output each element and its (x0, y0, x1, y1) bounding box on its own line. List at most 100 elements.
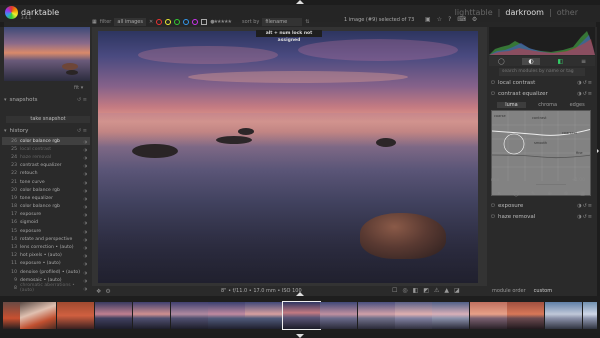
grouping-icon[interactable]: ▣ (425, 16, 431, 23)
filmstrip-thumbnail[interactable] (171, 302, 208, 329)
tab-edges[interactable]: edges (570, 102, 585, 108)
help-icon[interactable]: ? (448, 16, 451, 23)
gamut-check-icon[interactable]: ◪ (454, 287, 460, 294)
filmstrip-thumbnail[interactable] (208, 302, 245, 329)
power-icon[interactable]: ⏻ (491, 91, 498, 97)
history-item[interactable]: 16 sigmoid ◑ (2, 219, 90, 227)
star-icon[interactable]: ☆ (437, 16, 442, 23)
view-other[interactable]: other (557, 8, 578, 17)
color-label-purple-icon[interactable] (192, 18, 199, 25)
tab-presets-icon[interactable]: ≡ (581, 58, 586, 65)
color-label-blue-icon[interactable] (183, 18, 190, 25)
histogram[interactable] (489, 27, 595, 55)
module-controls-icon[interactable]: ◑↺≡ (577, 203, 593, 209)
history-item[interactable]: 21 tone curve ◑ (2, 178, 90, 186)
history-item[interactable]: 20 color balance rgb ◑ (2, 186, 90, 194)
close-icon[interactable]: ✕ (149, 19, 153, 25)
filmstrip-thumbnail[interactable] (507, 302, 544, 329)
filter-select[interactable]: all images (114, 17, 146, 26)
filmstrip-thumbnail[interactable] (545, 302, 582, 329)
power-icon[interactable]: ⏻ (491, 80, 498, 86)
filmstrip-thumbnail[interactable] (583, 302, 597, 329)
quick-access-icon[interactable]: ⚙ (105, 288, 110, 295)
softproof-icon[interactable]: ▲ (444, 287, 449, 294)
rating-box-icon[interactable] (201, 18, 208, 25)
history-item[interactable]: 25 local contrast ◑ (2, 145, 90, 153)
collapse-bottom-arrow-icon[interactable] (296, 334, 304, 338)
blend-uniform-icon[interactable]: ◯ (513, 191, 519, 198)
tab-effect-modules-icon[interactable]: ◧ (558, 58, 564, 65)
history-section[interactable]: ▾ history ↺ ≡ (2, 127, 90, 135)
filmstrip-thumbnail[interactable] (95, 302, 132, 329)
filmstrip-thumbnail[interactable] (20, 302, 56, 329)
blend-drawn-icon[interactable]: ✎ (531, 191, 535, 198)
history-item[interactable]: 14 rotate and perspective ◑ (2, 235, 90, 243)
module-haze-removal[interactable]: ⏻ haze removal ◑↺≡ (491, 212, 595, 221)
filmstrip-thumbnail[interactable] (432, 302, 469, 329)
module-contrast-equalizer[interactable]: ⏻ contrast equalizer ◑↺≡ (491, 89, 595, 98)
filmstrip-thumbnail[interactable] (133, 302, 170, 329)
module-exposure[interactable]: ⏻ exposure ◑↺≡ (491, 201, 595, 210)
tab-chroma[interactable]: chroma (538, 102, 557, 108)
history-item[interactable]: 12 hot pixels • (auto) ◑ (2, 252, 90, 260)
presets-icon[interactable]: ↺ ≡ (77, 97, 87, 103)
module-controls-icon[interactable]: ◑↺≡ (577, 91, 593, 97)
focus-peaking-icon[interactable]: ◎ (402, 287, 407, 294)
tab-active-modules-icon[interactable]: ◯ (498, 58, 505, 65)
tab-base-modules-icon[interactable]: ◐ (522, 57, 540, 65)
history-item[interactable]: 18 color balance rgb ◑ (2, 203, 90, 211)
history-item[interactable]: 10 denoise (profiled) • (auto) ◑ (2, 268, 90, 276)
snapshots-section[interactable]: ▾ snapshots ↺ ≡ (2, 96, 90, 104)
color-assessment-icon[interactable]: ◧ (413, 287, 419, 294)
gear-icon[interactable]: ⚙ (472, 16, 477, 23)
collapse-top-arrow-icon[interactable] (296, 0, 304, 4)
presets-icon[interactable]: ↺ ≡ (77, 128, 87, 134)
filmstrip-thumbnail[interactable] (57, 302, 94, 329)
history-item[interactable]: 19 tone equalizer ◑ (2, 194, 90, 202)
history-item[interactable]: 17 exposure ◑ (2, 211, 90, 219)
clipping-warning-icon[interactable]: ⚠ (434, 287, 439, 294)
blend-drawn-parametric-icon[interactable]: ⊗ (564, 191, 568, 198)
history-item[interactable]: 11 exposure • (auto) ◑ (2, 260, 90, 268)
history-item[interactable]: 26 color balance rgb ◑ (2, 137, 90, 146)
blend-raster-icon[interactable]: ▦ (580, 191, 585, 198)
module-local-contrast[interactable]: ⏻ local contrast ◑↺≡ (491, 78, 595, 87)
history-item[interactable]: 8 chromatic aberrations • (auto) ◑ (2, 283, 90, 293)
image-canvas[interactable] (98, 31, 478, 283)
sort-select[interactable]: filename (262, 17, 303, 26)
history-item[interactable]: 15 exposure ◑ (2, 227, 90, 235)
module-order[interactable]: module order custom (492, 288, 552, 294)
filmstrip-thumbnail-selected[interactable] (282, 301, 321, 330)
search-modules-input[interactable]: search modules by name or tag (499, 68, 585, 76)
tab-luma[interactable]: luma (497, 101, 526, 108)
navigation-preview[interactable] (4, 27, 90, 81)
raw-overexposed-icon[interactable]: ◩ (423, 287, 429, 294)
styles-icon[interactable]: ❖ (96, 288, 101, 295)
blend-parametric-icon[interactable]: ⊕ (548, 191, 552, 198)
blend-off-icon[interactable]: ✕ (497, 191, 501, 198)
mix-slider[interactable]: mix +1.00 (491, 178, 591, 186)
take-snapshot-button[interactable]: take snapshot (6, 116, 90, 123)
filmstrip-thumbnail[interactable] (358, 302, 395, 329)
filmstrip-thumbnail[interactable] (395, 302, 432, 329)
display-icon[interactable]: ☐ (392, 287, 397, 294)
rating-stars[interactable]: ●★★★★★ (210, 19, 232, 25)
color-label-green-icon[interactable] (174, 18, 181, 25)
filmstrip-thumbnail[interactable] (245, 302, 282, 329)
power-icon[interactable]: ⏻ (491, 203, 498, 209)
history-item[interactable]: 24 haze removal ◑ (2, 153, 90, 161)
history-item[interactable]: 22 retouch ◑ (2, 170, 90, 178)
power-icon[interactable]: ⏻ (491, 214, 498, 220)
sort-direction-icon[interactable]: ⇅ (305, 19, 309, 25)
shortcuts-icon[interactable]: ⌨ (457, 16, 466, 23)
mix-slider-track[interactable] (536, 184, 566, 185)
color-label-red-icon[interactable] (156, 18, 163, 25)
module-controls-icon[interactable]: ◑↺≡ (577, 80, 593, 86)
zoom-fit-select[interactable]: fit ▾ (74, 85, 83, 91)
grid-icon[interactable]: ▦ (92, 19, 97, 25)
color-label-yellow-icon[interactable] (165, 18, 172, 25)
filmstrip-thumbnail[interactable] (470, 302, 507, 329)
history-item[interactable]: 13 lens correction • (auto) ◑ (2, 243, 90, 251)
view-darkroom[interactable]: darkroom (505, 8, 544, 17)
module-controls-icon[interactable]: ◑↺≡ (577, 214, 593, 220)
